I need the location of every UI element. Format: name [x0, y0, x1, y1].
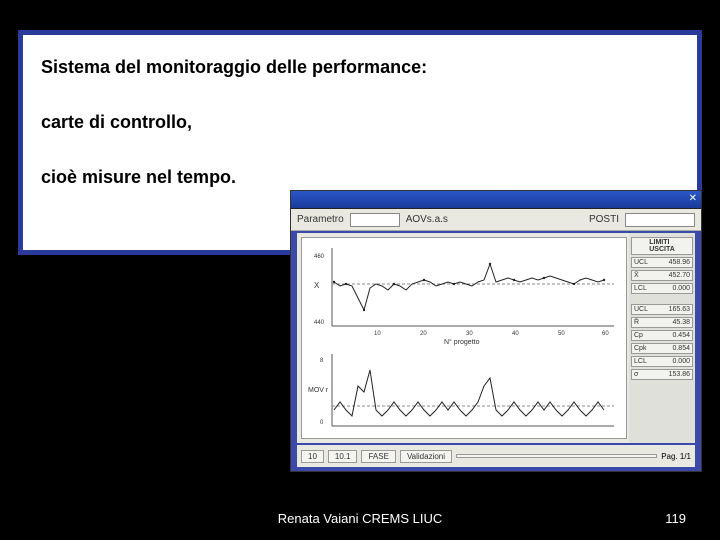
stat-row: Cpk0.854: [631, 343, 693, 354]
svg-text:N° progetto: N° progetto: [444, 338, 480, 346]
stat-row: UCL458.96: [631, 257, 693, 268]
line-3: cioè misure nel tempo.: [41, 167, 679, 188]
stat-row: R̄45.38: [631, 317, 693, 328]
btn-1[interactable]: 10: [301, 450, 324, 463]
stat-row: LCL0.000: [631, 356, 693, 367]
btn-4[interactable]: Validazioni: [400, 450, 452, 463]
footer-author: Renata Vaiani CREMS LIUC: [0, 511, 720, 526]
line-1: Sistema del monitoraggio delle performan…: [41, 57, 679, 78]
svg-text:30: 30: [466, 331, 473, 337]
svg-text:60: 60: [602, 331, 609, 337]
line-2: carte di controllo,: [41, 112, 679, 133]
svg-text:20: 20: [420, 331, 427, 337]
plot-area: X 460 440 10 20 30 40 50 60 N° progetto: [297, 233, 695, 443]
param-name: AOVs.a.s: [406, 214, 448, 225]
btn-2[interactable]: 10.1: [328, 450, 358, 463]
svg-text:MOV r: MOV r: [308, 387, 329, 394]
stats-column: LIMITIUSCITA UCL458.96 X̄452.70 LCL0.000…: [629, 233, 695, 443]
svg-text:0: 0: [320, 420, 324, 426]
stat-row: UCL165.63: [631, 304, 693, 315]
param-right: POSTI: [589, 214, 619, 225]
param-label: Parametro: [297, 214, 344, 225]
svg-text:440: 440: [314, 320, 325, 326]
svg-text:10: 10: [374, 331, 381, 337]
stat-row: X̄452.70: [631, 270, 693, 281]
stat-row: LCL0.000: [631, 283, 693, 294]
page-number: 119: [665, 511, 686, 526]
page-indicator: Pag. 1/1: [661, 452, 691, 461]
stat-row: Cp0.454: [631, 330, 693, 341]
control-chart-window: Parametro AOVs.a.s POSTI X 460 440: [290, 190, 702, 472]
svg-text:40: 40: [512, 331, 519, 337]
control-charts: X 460 440 10 20 30 40 50 60 N° progetto: [301, 237, 627, 439]
stat-row: σ153.86: [631, 369, 693, 380]
param-box-2[interactable]: [625, 213, 695, 227]
btn-long[interactable]: [456, 454, 657, 458]
svg-text:X: X: [314, 281, 320, 290]
svg-text:8: 8: [320, 358, 324, 364]
param-box-1[interactable]: [350, 213, 400, 227]
svg-text:50: 50: [558, 331, 565, 337]
stats-header[interactable]: LIMITIUSCITA: [631, 237, 693, 255]
window-titlebar[interactable]: [291, 191, 701, 209]
plot-canvas-wrap: X 460 440 10 20 30 40 50 60 N° progetto: [297, 233, 629, 443]
parameter-row: Parametro AOVs.a.s POSTI: [291, 209, 701, 231]
bottom-toolbar: 10 10.1 FASE Validazioni Pag. 1/1: [297, 445, 695, 467]
svg-text:460: 460: [314, 254, 325, 260]
btn-3[interactable]: FASE: [361, 450, 395, 463]
